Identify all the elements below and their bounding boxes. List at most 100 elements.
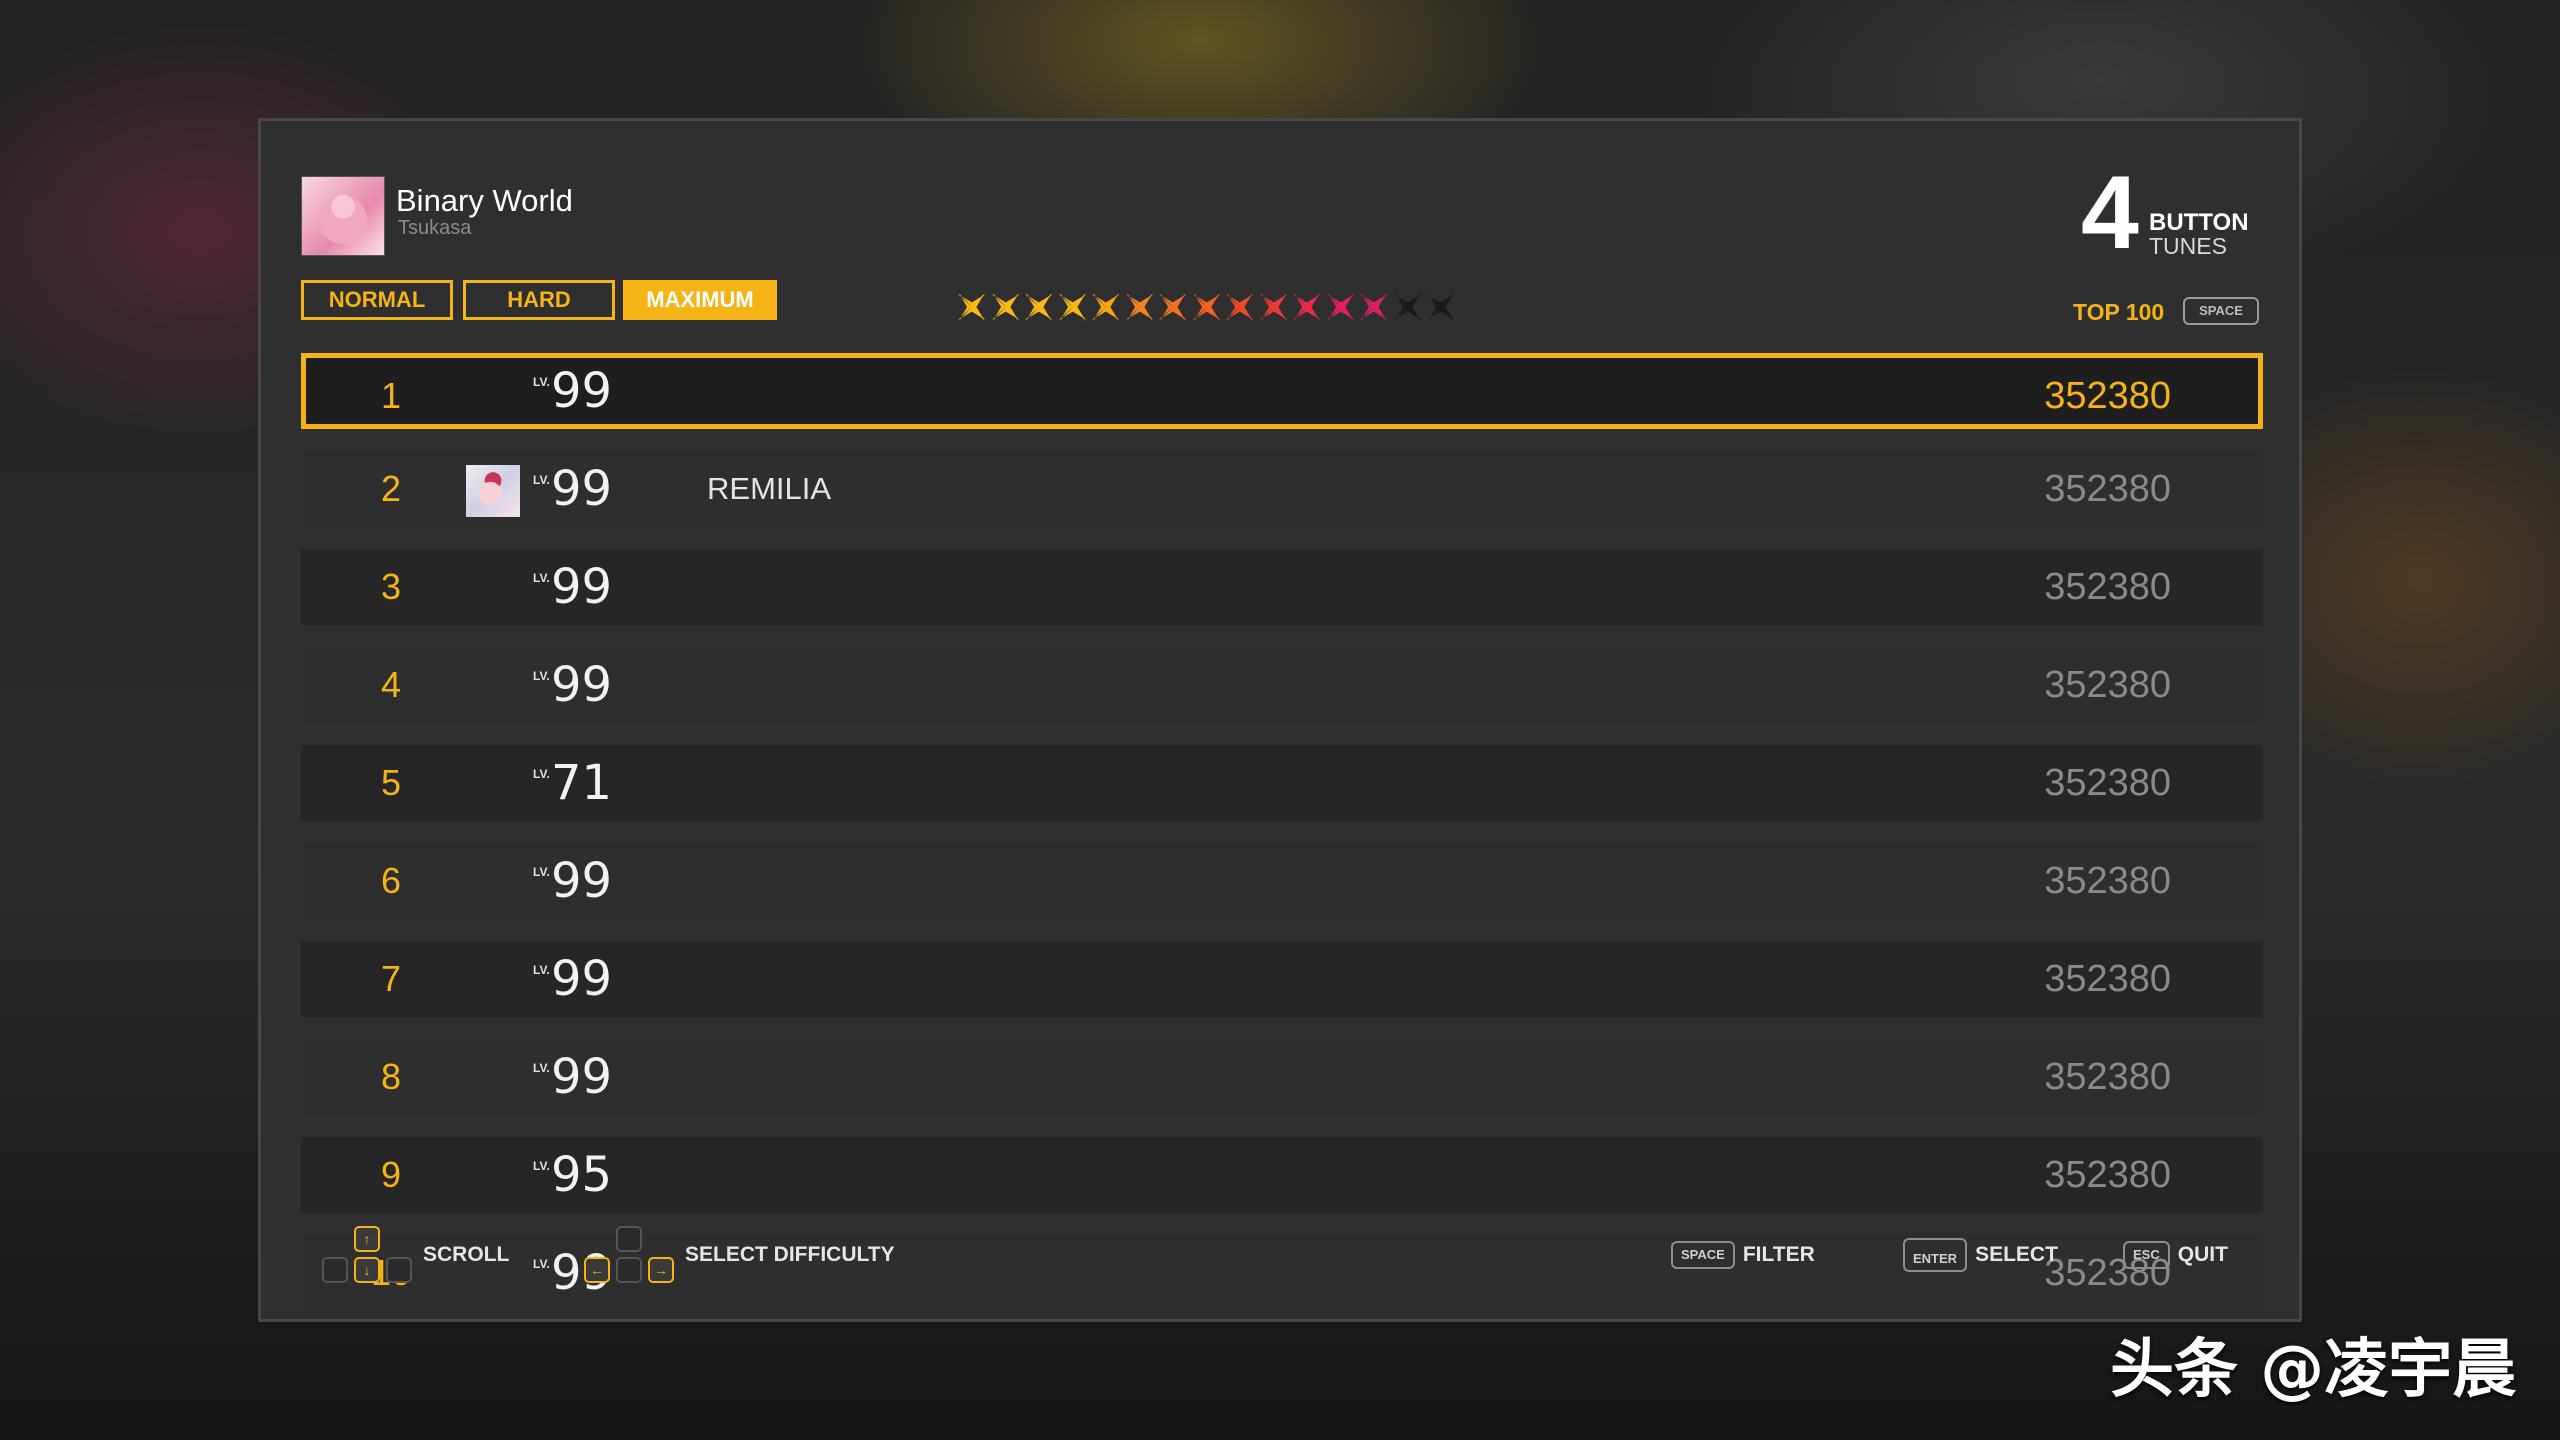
arrow-up-key-icon: ↑ xyxy=(354,1226,380,1252)
player-score: 352380 xyxy=(2044,958,2171,1000)
difficulty-star-icon xyxy=(1192,293,1221,321)
enter-key-icon: ENTER xyxy=(1903,1238,1968,1272)
difficulty-star-icon xyxy=(1058,293,1087,321)
player-score: 352380 xyxy=(2044,1056,2171,1098)
level-badge: LV. xyxy=(533,865,550,879)
player-level: 99 xyxy=(551,461,613,517)
select-hint[interactable]: ENTER SELECT xyxy=(1903,1225,2058,1285)
song-jacket-image xyxy=(301,176,385,256)
leaderboard-row[interactable]: 4 LV. 99 352380 xyxy=(301,647,2263,723)
row-rank: 8 xyxy=(380,1056,402,1097)
difficulty-star-icon xyxy=(1292,293,1321,321)
level-badge: LV. xyxy=(533,1257,550,1271)
row-rank: 6 xyxy=(380,860,402,901)
level-badge: LV. xyxy=(533,473,550,487)
player-avatar xyxy=(466,465,520,517)
game-logo: 4 BUTTON TUNES xyxy=(2081,155,2271,271)
leaderboard-row[interactable]: 5 LV. 71 352380 xyxy=(301,745,2263,821)
level-badge: LV. xyxy=(533,375,550,389)
player-score: 352380 xyxy=(2044,468,2171,510)
difficulty-star-icon xyxy=(1326,293,1355,321)
scroll-label: SCROLL xyxy=(423,1243,510,1266)
row-rank: 1 xyxy=(380,375,402,416)
select-difficulty-label: SELECT DIFFICULTY xyxy=(685,1243,895,1266)
row-rank: 2 xyxy=(380,468,402,509)
difficulty-star-icon xyxy=(991,293,1020,321)
player-score: 352380 xyxy=(2044,860,2171,902)
level-badge: LV. xyxy=(533,767,550,781)
player-level: 99 xyxy=(551,951,613,1007)
song-artist: Tsukasa xyxy=(398,217,472,239)
difficulty-dpad-icon: ← → xyxy=(581,1224,677,1286)
player-score: 352380 xyxy=(2044,1154,2171,1196)
quit-label: QUIT xyxy=(2177,1243,2228,1266)
leaderboard-row[interactable]: 6 LV. 99 352380 xyxy=(301,843,2263,919)
player-score: 352380 xyxy=(2044,664,2171,706)
quit-hint[interactable]: ESC QUIT xyxy=(2123,1225,2228,1285)
select-difficulty-hint: ← → SELECT DIFFICULTY xyxy=(581,1225,895,1285)
ranking-space-key: SPACE xyxy=(2183,297,2259,325)
level-badge: LV. xyxy=(533,1159,550,1173)
leaderboard-row[interactable]: 7 LV. 99 352380 xyxy=(301,941,2263,1017)
select-label: SELECT xyxy=(1975,1243,2058,1266)
scroll-hint: ↑ ↓ SCROLL xyxy=(319,1225,509,1285)
esc-key-icon: ESC xyxy=(2123,1241,2170,1269)
key-blank-icon xyxy=(386,1257,412,1283)
difficulty-star-icon xyxy=(1359,293,1388,321)
level-badge: LV. xyxy=(533,963,550,977)
player-level: 71 xyxy=(551,755,613,811)
player-level: 99 xyxy=(551,363,613,419)
difficulty-star-icon xyxy=(1259,293,1288,321)
tab-normal[interactable]: NORMAL xyxy=(301,280,453,320)
leaderboard-panel: Binary World Tsukasa 4 BUTTON TUNES NORM… xyxy=(258,118,2302,1322)
arrow-down-key-icon: ↓ xyxy=(354,1257,380,1283)
player-level: 95 xyxy=(551,1147,613,1203)
tab-hard[interactable]: HARD xyxy=(463,280,615,320)
player-level: 99 xyxy=(551,559,613,615)
row-rank: 7 xyxy=(380,958,402,999)
tab-maximum[interactable]: MAXIMUM xyxy=(623,280,777,320)
player-score: 352380 xyxy=(2044,762,2171,804)
row-rank: 5 xyxy=(380,762,402,803)
row-rank: 3 xyxy=(380,566,402,607)
difficulty-star-icon xyxy=(1426,293,1455,321)
leaderboard-row[interactable]: 1 LV. 99 352380 xyxy=(301,353,2263,429)
difficulty-stars xyxy=(955,289,1458,325)
player-score: 352380 xyxy=(2044,566,2171,608)
leaderboard-row[interactable]: 2 LV. 99 REMILIA 352380 xyxy=(301,451,2263,527)
difficulty-star-icon xyxy=(1091,293,1120,321)
player-name: REMILIA xyxy=(707,471,832,506)
leaderboard-row[interactable]: 9 LV. 95 352380 xyxy=(301,1137,2263,1213)
filter-hint[interactable]: SPACE FILTER xyxy=(1671,1225,1815,1285)
key-blank-icon xyxy=(322,1257,348,1283)
player-level: 99 xyxy=(551,853,613,909)
logo-line2: TUNES xyxy=(2149,233,2227,259)
player-score: 352380 xyxy=(2044,375,2171,417)
level-badge: LV. xyxy=(533,669,550,683)
difficulty-star-icon xyxy=(1024,293,1053,321)
logo-number: 4 xyxy=(2081,155,2139,271)
difficulty-star-icon xyxy=(1393,293,1422,321)
watermark-text: 头条 @凌宇晨 xyxy=(2110,1333,2517,1407)
row-rank: 9 xyxy=(380,1154,402,1195)
difficulty-star-icon xyxy=(1125,293,1154,321)
player-level: 99 xyxy=(551,1049,613,1105)
difficulty-star-icon xyxy=(957,293,986,321)
space-key-icon: SPACE xyxy=(1671,1241,1735,1269)
ranking-label[interactable]: TOP 100 xyxy=(2073,299,2164,326)
row-rank: 4 xyxy=(380,664,402,705)
song-title: Binary World xyxy=(396,183,573,218)
player-level: 99 xyxy=(551,657,613,713)
level-badge: LV. xyxy=(533,571,550,585)
leaderboard-row[interactable]: 3 LV. 99 352380 xyxy=(301,549,2263,625)
leaderboard-row[interactable]: 8 LV. 99 352380 xyxy=(301,1039,2263,1115)
difficulty-star-icon xyxy=(1225,293,1254,321)
arrow-right-key-icon: → xyxy=(648,1257,674,1283)
scroll-dpad-icon: ↑ ↓ xyxy=(319,1224,415,1286)
arrow-left-key-icon: ← xyxy=(584,1257,610,1283)
key-blank-icon xyxy=(616,1257,642,1283)
difficulty-star-icon xyxy=(1158,293,1187,321)
level-badge: LV. xyxy=(533,1061,550,1075)
filter-label: FILTER xyxy=(1742,1243,1815,1266)
key-blank-icon xyxy=(616,1226,642,1252)
